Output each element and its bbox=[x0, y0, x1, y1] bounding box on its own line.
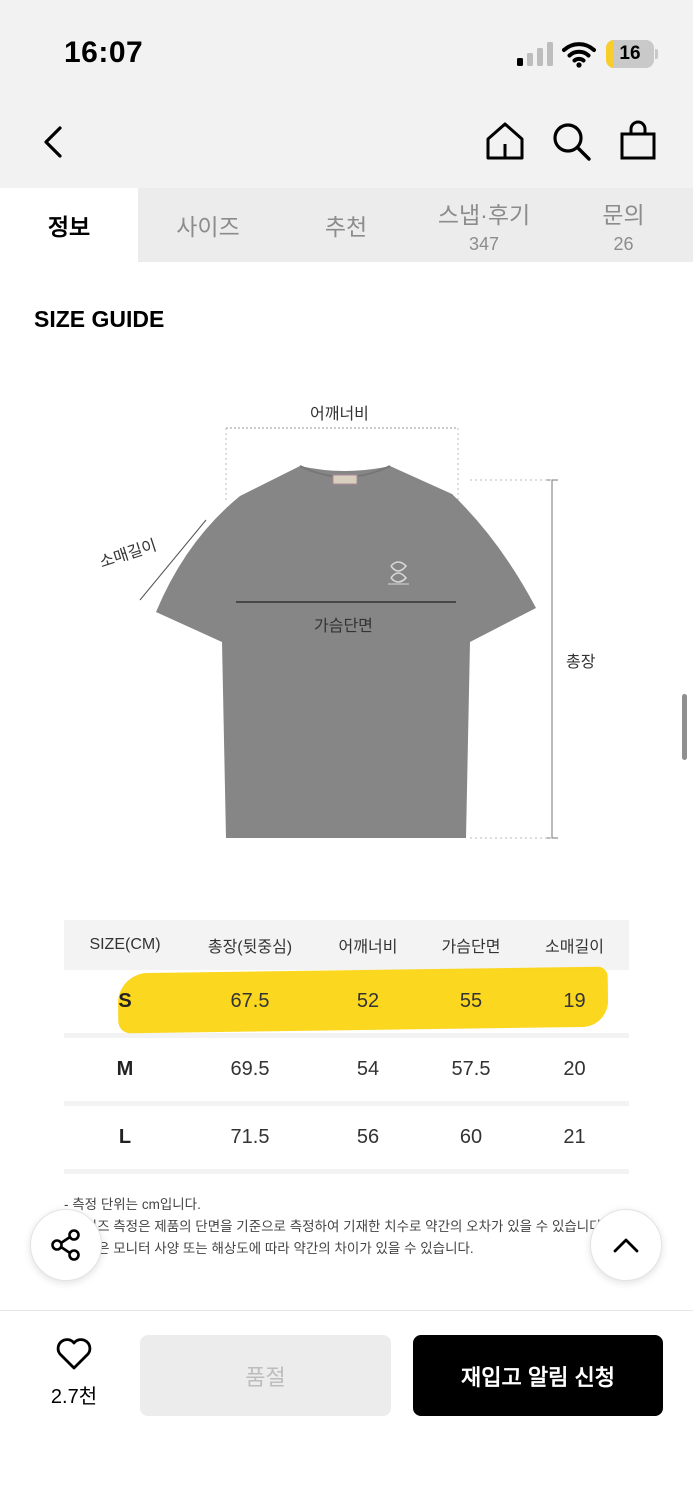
tab-inquiry[interactable]: 문의 26 bbox=[554, 188, 693, 262]
tab-snap-review[interactable]: 스냅·후기 347 bbox=[414, 188, 554, 262]
table-cell: 69.5 bbox=[230, 1058, 270, 1080]
battery-icon: 16 bbox=[606, 40, 658, 68]
table-row: L 71.5 56 60 21 bbox=[64, 1106, 629, 1174]
chest-label: 가슴단면 bbox=[314, 618, 373, 635]
share-button[interactable] bbox=[30, 1209, 102, 1281]
note-line: - 색상은 모니터 사양 또는 해상도에 따라 약간의 차이가 있을 수 있습니… bbox=[64, 1241, 474, 1256]
wifi-icon bbox=[562, 42, 596, 68]
battery-level: 16 bbox=[619, 43, 641, 64]
tab-info[interactable]: 정보 bbox=[0, 188, 138, 262]
header-size: SIZE(CM) bbox=[89, 936, 161, 953]
header-sleeve: 소매길이 bbox=[545, 939, 604, 956]
tab-label: 정보 bbox=[47, 214, 91, 240]
table-header: SIZE(CM) 총장(뒷중심) 어깨너비 가슴단면 소매길이 bbox=[64, 920, 629, 970]
soldout-button[interactable]: 품절 bbox=[140, 1335, 391, 1416]
scroll-top-button[interactable] bbox=[590, 1209, 662, 1281]
tab-bar: 정보 사이즈 추천 스냅·후기 347 문의 26 bbox=[0, 188, 693, 262]
status-bar: 16:07 16 bbox=[0, 0, 693, 100]
length-label: 총장 bbox=[566, 654, 596, 671]
nav-bar bbox=[0, 100, 693, 188]
tab-size[interactable]: 사이즈 bbox=[138, 188, 278, 262]
table-cell: 60 bbox=[459, 1126, 483, 1148]
home-icon[interactable] bbox=[484, 120, 526, 162]
table-cell: 56 bbox=[356, 1126, 380, 1148]
table-cell: 71.5 bbox=[230, 1126, 270, 1148]
size-cell: S bbox=[118, 990, 132, 1012]
tab-count: 26 bbox=[613, 233, 634, 254]
table-cell: 67.5 bbox=[230, 990, 270, 1012]
share-icon bbox=[51, 1229, 80, 1261]
table-cell: 52 bbox=[356, 990, 380, 1012]
size-table: SIZE(CM) 총장(뒷중심) 어깨너비 가슴단면 소매길이 S 67.5 5… bbox=[64, 920, 629, 1174]
table-cell: 54 bbox=[356, 1058, 380, 1080]
signal-icon bbox=[517, 42, 553, 66]
table-cell: 21 bbox=[563, 1126, 586, 1148]
size-cell: L bbox=[118, 1126, 132, 1148]
back-icon[interactable] bbox=[36, 120, 72, 164]
bottom-action-bar: 2.7천 품절 재입고 알림 신청 bbox=[0, 1310, 693, 1500]
header-shoulder: 어깨너비 bbox=[338, 939, 398, 956]
status-time: 16:07 bbox=[64, 36, 144, 69]
table-cell: 20 bbox=[563, 1058, 586, 1080]
tab-label: 스냅·후기 bbox=[437, 201, 531, 228]
table-cell: 55 bbox=[459, 990, 483, 1012]
size-guide-title: SIZE GUIDE bbox=[34, 306, 165, 332]
header-length: 총장(뒷중심) bbox=[207, 939, 293, 956]
restock-alert-button[interactable]: 재입고 알림 신청 bbox=[413, 1335, 663, 1416]
search-icon[interactable] bbox=[550, 120, 592, 162]
chevron-up-icon bbox=[613, 1238, 639, 1253]
note-line: - 사이즈 측정은 제품의 단면을 기준으로 측정하여 기재한 치수로 약간의 … bbox=[64, 1219, 604, 1234]
tab-recommend[interactable]: 추천 bbox=[278, 188, 414, 262]
header-chest: 가슴단면 bbox=[441, 939, 501, 956]
like-button[interactable]: 2.7천 bbox=[40, 1337, 108, 1409]
shoulder-label: 어깨너비 bbox=[310, 406, 369, 423]
note-line: - 측정 단위는 cm입니다. bbox=[64, 1197, 201, 1212]
like-count: 2.7천 bbox=[50, 1386, 98, 1408]
table-cell: 19 bbox=[563, 990, 586, 1012]
size-diagram: 어깨너비 소매길이 가슴단면 총장 bbox=[0, 380, 693, 860]
tab-count: 347 bbox=[468, 233, 500, 254]
tab-label: 사이즈 bbox=[176, 214, 240, 240]
size-cell: M bbox=[116, 1058, 134, 1080]
tab-label: 문의 bbox=[602, 201, 645, 228]
heart-icon bbox=[56, 1338, 92, 1370]
scrollbar-thumb[interactable] bbox=[682, 694, 687, 760]
tab-label: 추천 bbox=[324, 214, 368, 240]
table-row: M 69.5 54 57.5 20 bbox=[64, 1038, 629, 1106]
table-cell: 57.5 bbox=[451, 1058, 491, 1080]
size-notes: - 측정 단위는 cm입니다. - 사이즈 측정은 제품의 단면을 기준으로 측… bbox=[64, 1194, 604, 1260]
bag-icon[interactable] bbox=[617, 120, 659, 162]
